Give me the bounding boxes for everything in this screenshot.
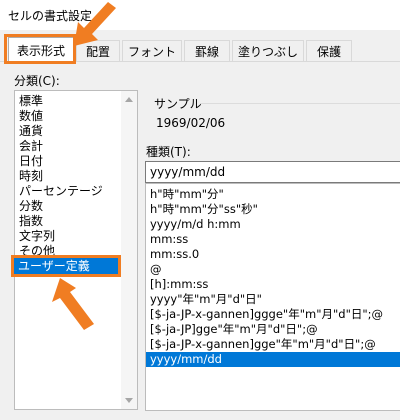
list-item[interactable]: [$-ja-JP]gge"年"m"月"d"日";@	[150, 322, 318, 337]
tab-protection[interactable]: 保護	[306, 40, 352, 62]
list-item[interactable]: [h]:mm:ss	[150, 277, 208, 292]
format-selected-label: yyyy/mm/dd	[150, 352, 222, 366]
format-list[interactable]: h"時"mm"分" h"時"mm"分"ss"秒" yyyy/m/d h:mm m…	[145, 183, 400, 411]
tab-label: 保護	[316, 45, 341, 59]
category-list[interactable]: 標準 数値 通貨 会計 日付 時刻 パーセンテージ 分数 指数 文字列 その他	[14, 90, 138, 410]
tab-label: フォント	[127, 45, 176, 59]
format-selected-item[interactable]: yyyy/mm/dd	[146, 352, 400, 367]
list-item[interactable]: 日付	[19, 154, 43, 169]
tab-label: 罫線	[194, 45, 219, 59]
list-item[interactable]: h"時"mm"分"ss"秒"	[150, 202, 258, 217]
list-item[interactable]: yyyy/m/d h:mm	[150, 217, 241, 232]
sample-divider	[200, 103, 400, 104]
sample-value: 1969/02/06	[156, 116, 226, 130]
list-item[interactable]: 標準	[19, 94, 43, 109]
type-label: 種類(T):	[146, 145, 191, 159]
list-item[interactable]: 分数	[19, 199, 43, 214]
list-item[interactable]: h"時"mm"分"	[150, 187, 224, 202]
tab-border[interactable]: 罫線	[184, 40, 230, 62]
list-item[interactable]: 時刻	[19, 169, 43, 184]
list-item[interactable]: 通貨	[19, 124, 43, 139]
list-item[interactable]: 文字列	[19, 229, 55, 244]
category-highlight-box	[11, 255, 121, 277]
list-item[interactable]: パーセンテージ	[19, 184, 103, 199]
scroll-down-icon[interactable]	[125, 398, 133, 403]
list-item[interactable]: yyyy"年"m"月"d"日"	[150, 292, 262, 307]
list-item[interactable]: @	[150, 262, 162, 277]
list-item[interactable]: 数値	[19, 109, 43, 124]
list-item[interactable]: [$-ja-JP-x-gannen]ggge"年"m"月"d"日";@	[150, 307, 383, 322]
category-scrollbar[interactable]	[121, 91, 137, 409]
tab-font[interactable]: フォント	[122, 40, 182, 62]
title-bar: セルの書式設定	[0, 0, 400, 30]
tab-fill[interactable]: 塗りつぶし	[232, 40, 304, 62]
tab-label: 塗りつぶし	[237, 45, 299, 59]
type-input[interactable]	[145, 161, 400, 183]
list-item[interactable]: 会計	[19, 139, 43, 154]
tab-highlight-box	[4, 34, 76, 64]
sample-label: サンプル	[154, 97, 202, 111]
list-item[interactable]: 指数	[19, 214, 43, 229]
list-item[interactable]: mm:ss	[150, 232, 188, 247]
category-label: 分類(C):	[14, 74, 60, 88]
arrow-icon	[74, 2, 116, 46]
list-item[interactable]: mm:ss.0	[150, 247, 199, 262]
arrow-icon	[52, 278, 94, 330]
list-item[interactable]: [$-ja-JP-x-gannen]gge"年"m"月"d"日";@	[150, 337, 376, 352]
scroll-up-icon[interactable]	[125, 97, 133, 102]
